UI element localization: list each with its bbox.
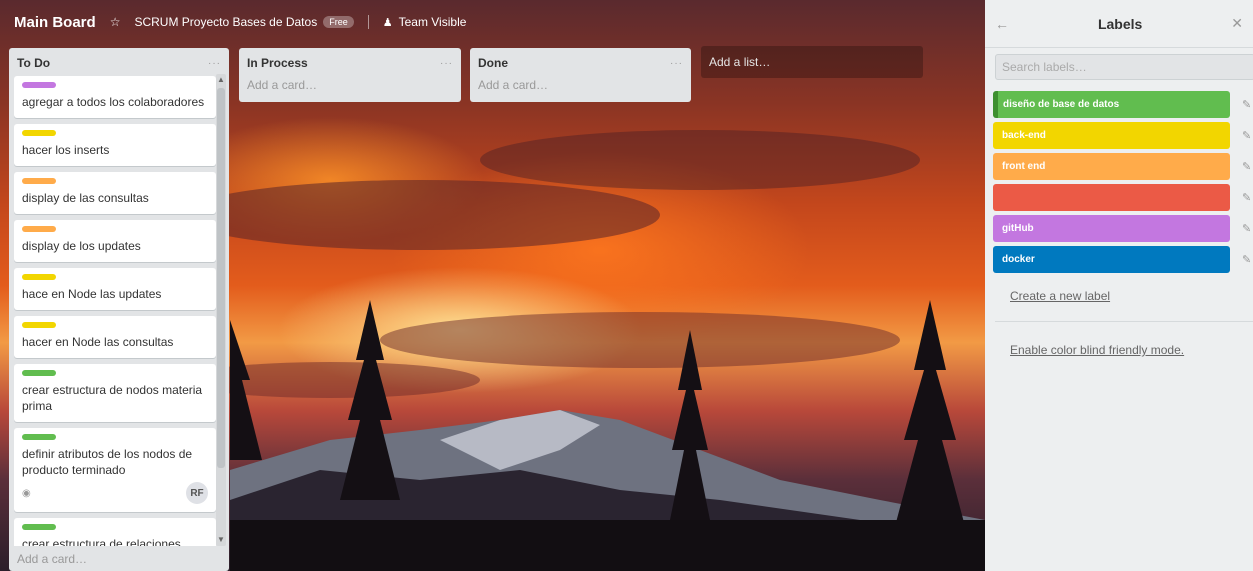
label-row: docker ✎: [993, 246, 1253, 273]
card-title: display de las consultas: [22, 191, 149, 205]
list-in-process: In Process ··· Add a card…: [239, 48, 461, 102]
list-header: In Process ···: [239, 48, 461, 74]
card-title: display de los updates: [22, 239, 141, 253]
pencil-icon[interactable]: ✎: [1242, 129, 1251, 142]
list-title[interactable]: Done: [478, 56, 508, 70]
list-header: Done ···: [470, 48, 691, 74]
card-label: [22, 370, 56, 376]
card[interactable]: hacer los inserts: [14, 124, 216, 166]
label-chip[interactable]: diseño de base de datos: [993, 91, 1230, 118]
label-row: gitHub ✎: [993, 215, 1253, 242]
card-label: [22, 434, 56, 440]
panel-divider: [995, 321, 1253, 322]
card-title: crear estructura de nodos materia prima: [22, 383, 203, 413]
label-chip[interactable]: docker: [993, 246, 1230, 273]
card-label: [22, 524, 56, 530]
label-row: diseño de base de datos ✎: [993, 91, 1253, 118]
card-label: [22, 322, 56, 328]
card-title: agregar a todos los colaboradores: [22, 95, 205, 109]
create-label-link[interactable]: Create a new label: [1010, 289, 1110, 303]
scroll-up-icon[interactable]: ▲: [216, 74, 226, 86]
card[interactable]: display de las consultas: [14, 172, 216, 214]
label-row: front end ✎: [993, 153, 1253, 180]
colorblind-mode-link[interactable]: Enable color blind friendly mode.: [1010, 343, 1184, 357]
panel-title: Labels: [1097, 15, 1143, 32]
header-divider: [367, 15, 369, 29]
card-title: hace en Node las updates: [22, 287, 162, 301]
card[interactable]: hace en Node las updates: [14, 268, 216, 310]
pencil-icon[interactable]: ✎: [1242, 191, 1251, 204]
label-chip[interactable]: front end: [993, 153, 1230, 180]
list-menu-icon[interactable]: ···: [440, 58, 453, 69]
visibility-label: Team Visible: [398, 15, 467, 29]
add-card-button[interactable]: Add a card…: [470, 74, 691, 96]
project-name[interactable]: SCRUM Proyecto Bases de Datos Free: [134, 15, 354, 29]
star-icon[interactable]: ☆: [110, 15, 121, 29]
list-menu-icon[interactable]: ···: [670, 58, 683, 69]
plan-badge: Free: [323, 16, 354, 28]
project-label: SCRUM Proyecto Bases de Datos: [134, 15, 318, 29]
scroll-thumb[interactable]: [217, 88, 225, 468]
label-chip[interactable]: back-end: [993, 122, 1230, 149]
list-done: Done ··· Add a card…: [470, 48, 691, 102]
card-title: definir atributos de los nodos de produc…: [22, 447, 193, 477]
card[interactable]: agregar a todos los colaboradores: [14, 76, 216, 118]
close-icon[interactable]: ✕: [1231, 15, 1243, 32]
search-labels-input[interactable]: [995, 54, 1253, 80]
visibility-button[interactable]: ♟ Team Visible: [383, 15, 467, 29]
add-card-button[interactable]: Add a card…: [239, 74, 461, 96]
pencil-icon[interactable]: ✎: [1242, 253, 1251, 266]
card-label: [22, 82, 56, 88]
board-title[interactable]: Main Board: [14, 14, 96, 31]
card[interactable]: hacer en Node las consultas: [14, 316, 216, 358]
avatar[interactable]: RF: [186, 482, 208, 504]
list-todo: To Do ··· agregar a todos los colaborado…: [9, 48, 229, 571]
panel-header: ← Labels ✕: [985, 0, 1253, 48]
board-header: Main Board ☆ SCRUM Proyecto Bases de Dat…: [0, 0, 985, 44]
pencil-icon[interactable]: ✎: [1242, 98, 1251, 111]
card[interactable]: definir atributos de los nodos de produc…: [14, 428, 216, 512]
label-list: diseño de base de datos ✎ back-end ✎ fro…: [993, 91, 1253, 277]
list-scrollbar[interactable]: ▲ ▼: [216, 74, 226, 546]
labels-panel: ← Labels ✕ diseño de base de datos ✎ bac…: [985, 0, 1253, 571]
back-arrow-icon[interactable]: ←: [995, 16, 1009, 32]
list-header: To Do ···: [9, 48, 229, 74]
card-container: agregar a todos los colaboradores hacer …: [14, 76, 216, 546]
list-title[interactable]: To Do: [17, 56, 50, 70]
card-label: [22, 130, 56, 136]
scroll-down-icon[interactable]: ▼: [216, 534, 226, 546]
card-title: crear estructura de relaciones receta-ma…: [22, 537, 181, 546]
card-label: [22, 274, 56, 280]
pencil-icon[interactable]: ✎: [1242, 222, 1251, 235]
card[interactable]: crear estructura de relaciones receta-ma…: [14, 518, 216, 546]
label-chip[interactable]: [993, 184, 1230, 211]
label-chip[interactable]: gitHub: [993, 215, 1230, 242]
label-row: ✎: [993, 184, 1253, 211]
card-title: hacer los inserts: [22, 143, 110, 157]
list-title[interactable]: In Process: [247, 56, 308, 70]
eye-icon: ◉: [22, 487, 31, 499]
team-icon: ♟: [382, 16, 393, 29]
card-label: [22, 178, 56, 184]
add-list-button[interactable]: Add a list…: [701, 46, 923, 78]
card-badges: ◉ RF: [22, 482, 208, 504]
label-row: back-end ✎: [993, 122, 1253, 149]
list-menu-icon[interactable]: ···: [208, 58, 221, 69]
pencil-icon[interactable]: ✎: [1242, 160, 1251, 173]
card-title: hacer en Node las consultas: [22, 335, 174, 349]
card[interactable]: crear estructura de nodos materia prima: [14, 364, 216, 422]
card[interactable]: display de los updates: [14, 220, 216, 262]
add-card-button[interactable]: Add a card…: [9, 548, 95, 570]
card-label: [22, 226, 56, 232]
